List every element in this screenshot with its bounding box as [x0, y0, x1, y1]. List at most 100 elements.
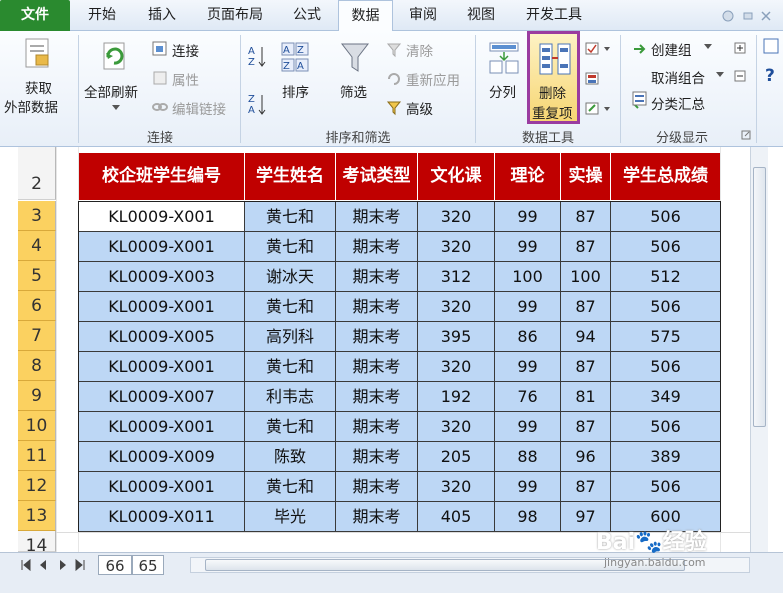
cell-culture[interactable]: 320: [418, 352, 495, 382]
cell-total[interactable]: 389: [611, 442, 720, 472]
cell-student-id[interactable]: KL0009-X001: [79, 292, 245, 322]
row-header[interactable]: 6: [18, 291, 56, 321]
cell-theory[interactable]: 99: [495, 202, 561, 232]
column-header-total[interactable]: 学生总成绩: [611, 153, 720, 200]
cell-exam-type[interactable]: 期末考: [336, 472, 418, 502]
row-header[interactable]: 14: [18, 531, 56, 556]
cell-culture[interactable]: 320: [418, 412, 495, 442]
cell-name[interactable]: 毕光: [245, 502, 336, 532]
cell-student-id[interactable]: KL0009-X001: [79, 352, 245, 382]
cell-exam-type[interactable]: 期末考: [336, 202, 418, 232]
column-header-student-id[interactable]: 校企班学生编号: [79, 153, 245, 200]
edit-links-button[interactable]: 编辑链接: [172, 98, 226, 118]
cell-theory[interactable]: 99: [495, 412, 561, 442]
cell-total[interactable]: 506: [611, 292, 720, 322]
cell-student-id[interactable]: KL0009-X005: [79, 322, 245, 352]
remove-duplicates-button[interactable]: 删除 重复项: [527, 31, 580, 124]
cell-culture[interactable]: 320: [418, 202, 495, 232]
tab-page-layout[interactable]: 页面布局: [196, 0, 274, 31]
tab-file[interactable]: 文件: [0, 0, 70, 31]
cell-culture[interactable]: 405: [418, 502, 495, 532]
cell-student-id[interactable]: KL0009-X001: [79, 472, 245, 502]
cell-name[interactable]: 高列科: [245, 322, 336, 352]
cell-total[interactable]: 506: [611, 232, 720, 262]
cell-student-id[interactable]: KL0009-X011: [79, 502, 245, 532]
cell-name[interactable]: 黄七和: [245, 412, 336, 442]
tab-data[interactable]: 数据: [338, 0, 393, 32]
properties-button[interactable]: 属性: [172, 69, 199, 89]
tab-view[interactable]: 视图: [455, 0, 507, 31]
dialog-launcher-icon[interactable]: [741, 130, 751, 140]
cell-exam-type[interactable]: 期末考: [336, 232, 418, 262]
sheet-tab[interactable]: 66: [98, 555, 132, 575]
cell-exam-type[interactable]: 期末考: [336, 382, 418, 412]
row-header[interactable]: 12: [18, 471, 56, 501]
cell-name[interactable]: 黄七和: [245, 472, 336, 502]
cell-exam-type[interactable]: 期末考: [336, 502, 418, 532]
vertical-scroll-thumb[interactable]: [753, 167, 766, 427]
column-header-theory[interactable]: 理论: [495, 153, 561, 200]
help-icon[interactable]: ?: [762, 37, 782, 97]
row-header[interactable]: 2: [18, 147, 56, 200]
column-header-name[interactable]: 学生姓名: [245, 153, 336, 200]
cell-exam-type[interactable]: 期末考: [336, 262, 418, 292]
cell-culture[interactable]: 205: [418, 442, 495, 472]
cell-practice[interactable]: 96: [561, 442, 611, 472]
tab-insert[interactable]: 插入: [136, 0, 188, 31]
clear-button[interactable]: 清除: [406, 40, 433, 60]
row-header[interactable]: 11: [18, 441, 56, 471]
cell-practice[interactable]: 87: [561, 352, 611, 382]
column-header-practice[interactable]: 实操: [561, 153, 611, 200]
cell-exam-type[interactable]: 期末考: [336, 442, 418, 472]
row-header[interactable]: 9: [18, 381, 56, 411]
ungroup-button[interactable]: 取消组合: [651, 67, 705, 87]
cell-theory[interactable]: 98: [495, 502, 561, 532]
cell-student-id[interactable]: KL0009-X003: [79, 262, 245, 292]
tab-home[interactable]: 开始: [76, 0, 128, 31]
cell-total[interactable]: 506: [611, 472, 720, 502]
cell-culture[interactable]: 192: [418, 382, 495, 412]
window-controls-icon[interactable]: [718, 9, 778, 23]
cell-practice[interactable]: 81: [561, 382, 611, 412]
cell-total[interactable]: 506: [611, 202, 720, 232]
cell-theory[interactable]: 76: [495, 382, 561, 412]
cell-theory[interactable]: 99: [495, 232, 561, 262]
sheet-tab[interactable]: 65: [132, 555, 164, 575]
cell-total[interactable]: 506: [611, 352, 720, 382]
tab-developer[interactable]: 开发工具: [512, 0, 596, 31]
row-header[interactable]: 5: [18, 261, 56, 291]
cell-exam-type[interactable]: 期末考: [336, 352, 418, 382]
connections-button[interactable]: 连接: [172, 40, 199, 60]
cell-culture[interactable]: 320: [418, 292, 495, 322]
row-header[interactable]: 4: [18, 231, 56, 261]
cell-student-id[interactable]: KL0009-X009: [79, 442, 245, 472]
sort-descending-icon[interactable]: Z A: [248, 91, 268, 117]
row-header[interactable]: 7: [18, 321, 56, 351]
reapply-button[interactable]: 重新应用: [406, 69, 460, 89]
cell-total[interactable]: 512: [611, 262, 720, 292]
cell-practice[interactable]: 87: [561, 232, 611, 262]
worksheet-grid[interactable]: 2 3 4 5 6 7 8 9 10 11 12 13 14 校企班学生编号 学…: [0, 147, 783, 556]
cell-theory[interactable]: 99: [495, 472, 561, 502]
subtotal-button[interactable]: 分类汇总: [651, 93, 705, 113]
row-header[interactable]: 8: [18, 351, 56, 381]
row-header[interactable]: 3: [18, 201, 56, 231]
cell-name[interactable]: 谢冰天: [245, 262, 336, 292]
cell-exam-type[interactable]: 期末考: [336, 322, 418, 352]
cell-practice[interactable]: 87: [561, 202, 611, 232]
consolidate-icon[interactable]: [585, 71, 613, 87]
data-validation-icon[interactable]: [585, 41, 613, 57]
cell-theory[interactable]: 86: [495, 322, 561, 352]
cell-practice[interactable]: 87: [561, 412, 611, 442]
cell-exam-type[interactable]: 期末考: [336, 412, 418, 442]
tab-review[interactable]: 审阅: [398, 0, 448, 31]
sheet-navigation-icons[interactable]: [20, 559, 92, 571]
advanced-button[interactable]: 高级: [406, 98, 433, 118]
cell-total[interactable]: 506: [611, 412, 720, 442]
cell-student-id[interactable]: KL0009-X001: [79, 202, 245, 232]
cell-name[interactable]: 黄七和: [245, 352, 336, 382]
cell-student-id[interactable]: KL0009-X007: [79, 382, 245, 412]
cell-practice[interactable]: 87: [561, 292, 611, 322]
cell-theory[interactable]: 99: [495, 352, 561, 382]
cell-name[interactable]: 陈致: [245, 442, 336, 472]
